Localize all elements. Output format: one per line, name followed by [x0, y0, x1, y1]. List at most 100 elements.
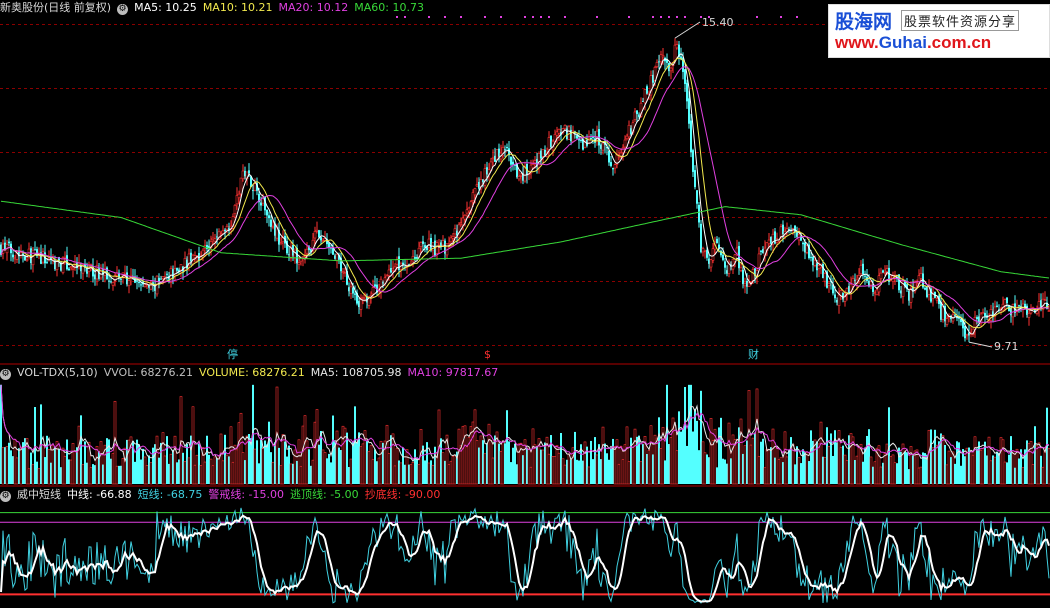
candle-body	[143, 284, 147, 287]
candle-body	[931, 293, 935, 299]
candle-body	[684, 69, 686, 84]
volume-bar	[1008, 454, 1010, 484]
volume-bar	[819, 421, 823, 485]
candle-body	[71, 267, 75, 270]
volume-bar	[208, 454, 210, 484]
candle-body	[127, 280, 131, 286]
candle-body	[241, 170, 245, 179]
signal-dot	[524, 16, 526, 18]
volume-bar	[541, 449, 545, 485]
volume-bar	[92, 464, 94, 484]
volume-bar	[610, 448, 612, 484]
volume-bar	[5, 446, 9, 485]
warn-line-label: 警戒线: -15.00	[208, 488, 285, 501]
volume-bar	[118, 465, 120, 484]
volume-bar	[163, 455, 167, 485]
volume-bar	[785, 456, 789, 485]
candle-body	[739, 267, 743, 271]
stock-chart[interactable]	[0, 0, 1050, 608]
volume-bar	[441, 452, 445, 485]
volume-bar	[757, 456, 761, 485]
volume-bar	[514, 443, 516, 484]
volume-bar	[106, 438, 108, 484]
volume-bar	[483, 453, 487, 485]
volume-bar	[996, 451, 998, 484]
guhai-watermark: 股海网 股票软件资源分享 www.Guhai.com.cn	[828, 4, 1050, 58]
volume-bar	[266, 444, 268, 484]
volume-bar	[44, 457, 46, 484]
candle-body	[711, 248, 715, 261]
candle-body	[318, 230, 320, 238]
volume-bar	[308, 449, 310, 484]
volume-bar	[909, 446, 913, 485]
volume-bar	[931, 447, 935, 485]
volume-bar	[213, 456, 217, 485]
candle-body	[41, 251, 45, 263]
candle-body	[885, 268, 889, 272]
candle-body	[760, 250, 762, 252]
candle-body	[453, 228, 457, 235]
mid-line-label: 中线: -66.88	[67, 488, 132, 501]
dividend-marker[interactable]: $	[484, 348, 491, 362]
volume-bar	[233, 444, 237, 485]
volume-bar	[4, 447, 6, 484]
finance-marker[interactable]: 财	[748, 348, 759, 362]
volume-bar	[318, 444, 320, 484]
candle-body	[25, 259, 29, 262]
volume-bar	[604, 443, 606, 484]
indicator-gear-icon[interactable]: ⚙	[0, 491, 11, 502]
watermark-slogan: 股票软件资源分享	[901, 10, 1020, 31]
volume-bar	[138, 444, 140, 484]
signal-dot	[428, 16, 430, 18]
volume-bar	[1018, 458, 1020, 484]
volume-bar	[1040, 455, 1042, 484]
signal-dot	[780, 16, 782, 18]
volume-bar	[479, 435, 483, 485]
candle-body	[237, 193, 241, 199]
bottom-line-label: 抄底线: -90.00	[364, 488, 441, 501]
volume-bar	[261, 448, 265, 485]
volume-bar	[951, 451, 955, 485]
volume-bar	[922, 452, 924, 484]
volume-bar	[168, 463, 170, 484]
volume-bar	[1037, 442, 1041, 485]
volume-bar	[797, 457, 801, 485]
volume-bar	[501, 440, 505, 485]
volume-bar	[590, 440, 592, 484]
candle-body	[343, 272, 347, 274]
volume-bar	[15, 457, 19, 485]
candle-body	[964, 325, 966, 339]
ma60-line	[0, 200, 1050, 279]
volume-bar	[55, 441, 59, 485]
candle-body	[724, 261, 726, 268]
volume-bar	[349, 458, 353, 485]
volume-bar	[160, 442, 162, 484]
volume-bar	[862, 461, 864, 484]
candle-body	[976, 317, 978, 319]
candle-body	[239, 177, 243, 195]
volume-bar	[161, 432, 165, 485]
volume-bar	[973, 436, 977, 485]
volume-bar	[182, 452, 184, 484]
volume-bar	[993, 456, 997, 485]
volume-bar	[219, 433, 223, 485]
volume-bar	[1043, 447, 1047, 485]
candle-body	[633, 111, 637, 120]
candle-body	[31, 249, 35, 266]
suspension-marker[interactable]: 停	[227, 348, 238, 362]
candle-body	[510, 156, 512, 165]
volume-bar	[126, 439, 128, 484]
settings-gear-icon[interactable]: ⚙	[117, 4, 129, 15]
candle-body	[767, 239, 771, 244]
volume-bar	[178, 459, 180, 484]
volume-bar	[962, 449, 964, 484]
candle-body	[669, 67, 673, 72]
candle-body	[248, 170, 250, 174]
volume-legend: ⚙ VOL-TDX(5,10) VVOL: 68276.21 VOLUME: 6827…	[0, 365, 504, 381]
volume-bar	[678, 411, 680, 484]
candle-body	[610, 162, 612, 167]
volume-bar	[211, 465, 215, 485]
candle-body	[216, 236, 218, 238]
price-title: 新奥股份(日线 前复权)	[0, 1, 112, 14]
volume-gear-icon[interactable]: ⚙	[0, 369, 11, 380]
